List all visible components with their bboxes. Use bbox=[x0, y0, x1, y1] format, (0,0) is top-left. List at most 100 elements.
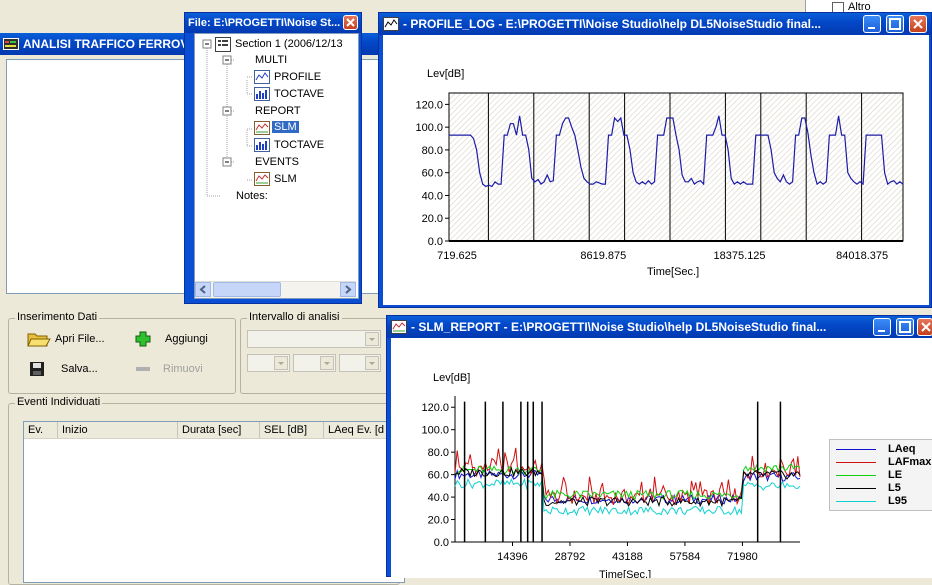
maximize-icon bbox=[899, 321, 911, 333]
tree-section[interactable]: Section 1 (2006/12/13 bbox=[235, 38, 343, 50]
add-button[interactable]: Aggiungi bbox=[135, 331, 208, 347]
profile-y-tick-label: 40.0 bbox=[422, 190, 443, 202]
profile-x-tick-label: 84018.375 bbox=[836, 250, 888, 262]
column-header-ev[interactable]: Ev. bbox=[24, 422, 58, 438]
toctave-icon bbox=[254, 138, 270, 152]
legend-item-l5: L5 bbox=[836, 482, 901, 494]
legend-swatch bbox=[836, 474, 876, 476]
slm-close-button[interactable] bbox=[917, 318, 932, 336]
profile-minimize-button[interactable] bbox=[863, 15, 881, 33]
add-label: Aggiungi bbox=[165, 333, 208, 345]
events-table-header: Ev. Inizio Durata [sec] SEL [dB] LAeq Ev… bbox=[24, 422, 404, 439]
legend-item-l95: L95 bbox=[836, 495, 907, 507]
legend-swatch bbox=[836, 448, 876, 450]
slm-legend: LAeq LAFmax LE L5 L95 bbox=[829, 439, 932, 511]
profile-y-tick-label: 100.0 bbox=[415, 122, 443, 134]
slm-minimize-button[interactable] bbox=[873, 318, 891, 336]
close-icon bbox=[921, 322, 931, 332]
tree-hscrollbar[interactable] bbox=[195, 281, 356, 298]
save-button[interactable]: Salva... bbox=[29, 361, 98, 377]
column-header-sel[interactable]: SEL [dB] bbox=[260, 422, 324, 438]
eventi-group: Eventi Individuati Ev. Inizio Durata [se… bbox=[8, 396, 405, 585]
column-header-durata[interactable]: Durata [sec] bbox=[178, 422, 260, 438]
tree-toctave-1[interactable]: TOCTAVE bbox=[274, 88, 324, 100]
plus-icon bbox=[135, 331, 151, 347]
slm-y-tick-label: 120.0 bbox=[421, 402, 449, 414]
interval-hour-select[interactable] bbox=[247, 354, 290, 372]
folder-open-icon bbox=[27, 330, 51, 348]
floppy-icon bbox=[29, 361, 45, 377]
legend-label: LAFmax bbox=[888, 456, 932, 468]
slm-maximize-button[interactable] bbox=[896, 318, 914, 336]
file-window-title: File: E:\PROGETTI\Noise St... bbox=[188, 17, 341, 29]
interval-minute-select[interactable] bbox=[293, 354, 336, 372]
slm-y-tick-label: 40.0 bbox=[428, 492, 449, 504]
legend-swatch bbox=[836, 500, 876, 502]
slm-icon bbox=[254, 172, 270, 186]
open-file-label: Apri File... bbox=[55, 333, 105, 345]
scroll-right-button[interactable] bbox=[340, 282, 356, 297]
legend-label: L5 bbox=[888, 482, 901, 494]
interval-select[interactable] bbox=[247, 330, 381, 348]
tree-report[interactable]: REPORT bbox=[255, 105, 301, 117]
slm-report-window: - SLM_REPORT - E:\PROGETTI\Noise Studio\… bbox=[386, 315, 932, 581]
slm-y-tick-label: 0.0 bbox=[434, 537, 449, 549]
tree-notes[interactable]: Notes: bbox=[236, 190, 268, 202]
file-window-titlebar[interactable]: File: E:\PROGETTI\Noise St... bbox=[185, 13, 361, 33]
intervallo-group: Intervallo di analisi bbox=[240, 311, 392, 394]
intervallo-label: Intervallo di analisi bbox=[247, 311, 342, 323]
tree-events[interactable]: EVENTS bbox=[255, 156, 299, 168]
slm-y-tick-label: 100.0 bbox=[421, 425, 449, 437]
column-header-inizio[interactable]: Inizio bbox=[58, 422, 178, 438]
slm-y-tick-label: 20.0 bbox=[428, 515, 449, 527]
tree-profile[interactable]: PROFILE bbox=[274, 71, 321, 83]
slm-x-tick-label: 28792 bbox=[555, 551, 586, 563]
minimize-icon bbox=[878, 330, 885, 332]
tree-slm-2[interactable]: SLM bbox=[274, 173, 297, 185]
file-tree[interactable]: Section 1 (2006/12/13 MULTI PROFILE TOCT… bbox=[194, 33, 359, 299]
tree-toctave-2[interactable]: TOCTAVE bbox=[274, 139, 324, 151]
legend-label: LE bbox=[888, 469, 903, 481]
minimize-icon bbox=[868, 27, 875, 29]
profile-icon bbox=[254, 70, 270, 84]
legend-label: L95 bbox=[888, 495, 907, 507]
remove-label: Rimuovi bbox=[163, 363, 203, 375]
eventi-label: Eventi Individuati bbox=[15, 396, 103, 408]
events-table[interactable]: Ev. Inizio Durata [sec] SEL [dB] LAeq Ev… bbox=[23, 421, 405, 583]
slm-window-titlebar[interactable]: - SLM_REPORT - E:\PROGETTI\Noise Studio\… bbox=[387, 316, 932, 338]
profile-window-title: - PROFILE_LOG - E:\PROGETTI\Noise Studio… bbox=[403, 17, 822, 31]
profile-xlabel: Time[Sec.] bbox=[647, 266, 699, 278]
scroll-thumb[interactable] bbox=[213, 282, 281, 297]
close-icon bbox=[913, 19, 923, 29]
scroll-left-button[interactable] bbox=[195, 282, 211, 297]
tree-multi[interactable]: MULTI bbox=[255, 54, 287, 66]
slm-y-tick-label: 60.0 bbox=[428, 470, 449, 482]
legend-item-lafmax: LAFmax bbox=[836, 456, 931, 468]
profile-y-tick-label: 20.0 bbox=[422, 213, 443, 225]
profile-maximize-button[interactable] bbox=[886, 15, 904, 33]
main-window-title: ANALISI TRAFFICO FERROV bbox=[23, 37, 189, 51]
remove-button[interactable]: Rimuovi bbox=[135, 363, 203, 375]
profile-chart-area: Lev[dB] 120.0 100.0 80.0 60.0 40.0 20.0 0.0 719… bbox=[383, 35, 929, 305]
profile-ylabel: Lev[dB] bbox=[427, 68, 464, 80]
open-file-button[interactable]: Apri File... bbox=[27, 330, 105, 348]
profile-chart: Lev[dB] 120.0 100.0 80.0 60.0 40.0 20.0 0.0 719… bbox=[415, 68, 904, 278]
profile-x-tick-label: 719.625 bbox=[437, 250, 477, 262]
interval-second-select[interactable] bbox=[339, 354, 381, 372]
slm-series-l95 bbox=[454, 477, 801, 517]
tree-slm-selected[interactable]: SLM bbox=[272, 121, 299, 133]
slm-chart-area: Lev[dB] 120.0 100.0 80.0 60.0 40.0 20.0 0.0 143… bbox=[391, 338, 932, 581]
profile-close-button[interactable] bbox=[909, 15, 927, 33]
chevron-down-icon bbox=[274, 356, 288, 370]
chevron-down-icon bbox=[365, 332, 379, 346]
close-icon bbox=[346, 18, 355, 27]
profile-window-titlebar[interactable]: - PROFILE_LOG - E:\PROGETTI\Noise Studio… bbox=[379, 13, 931, 35]
legend-item-laeq: LAeq bbox=[836, 443, 916, 455]
maximize-icon bbox=[889, 18, 901, 30]
file-window-close-button[interactable] bbox=[343, 15, 358, 30]
minus-icon bbox=[135, 363, 151, 375]
slm-icon bbox=[254, 121, 270, 135]
file-window: File: E:\PROGETTI\Noise St... Section 1 … bbox=[184, 12, 362, 304]
legend-swatch bbox=[836, 461, 876, 463]
slm-y-tick-label: 80.0 bbox=[428, 447, 449, 459]
